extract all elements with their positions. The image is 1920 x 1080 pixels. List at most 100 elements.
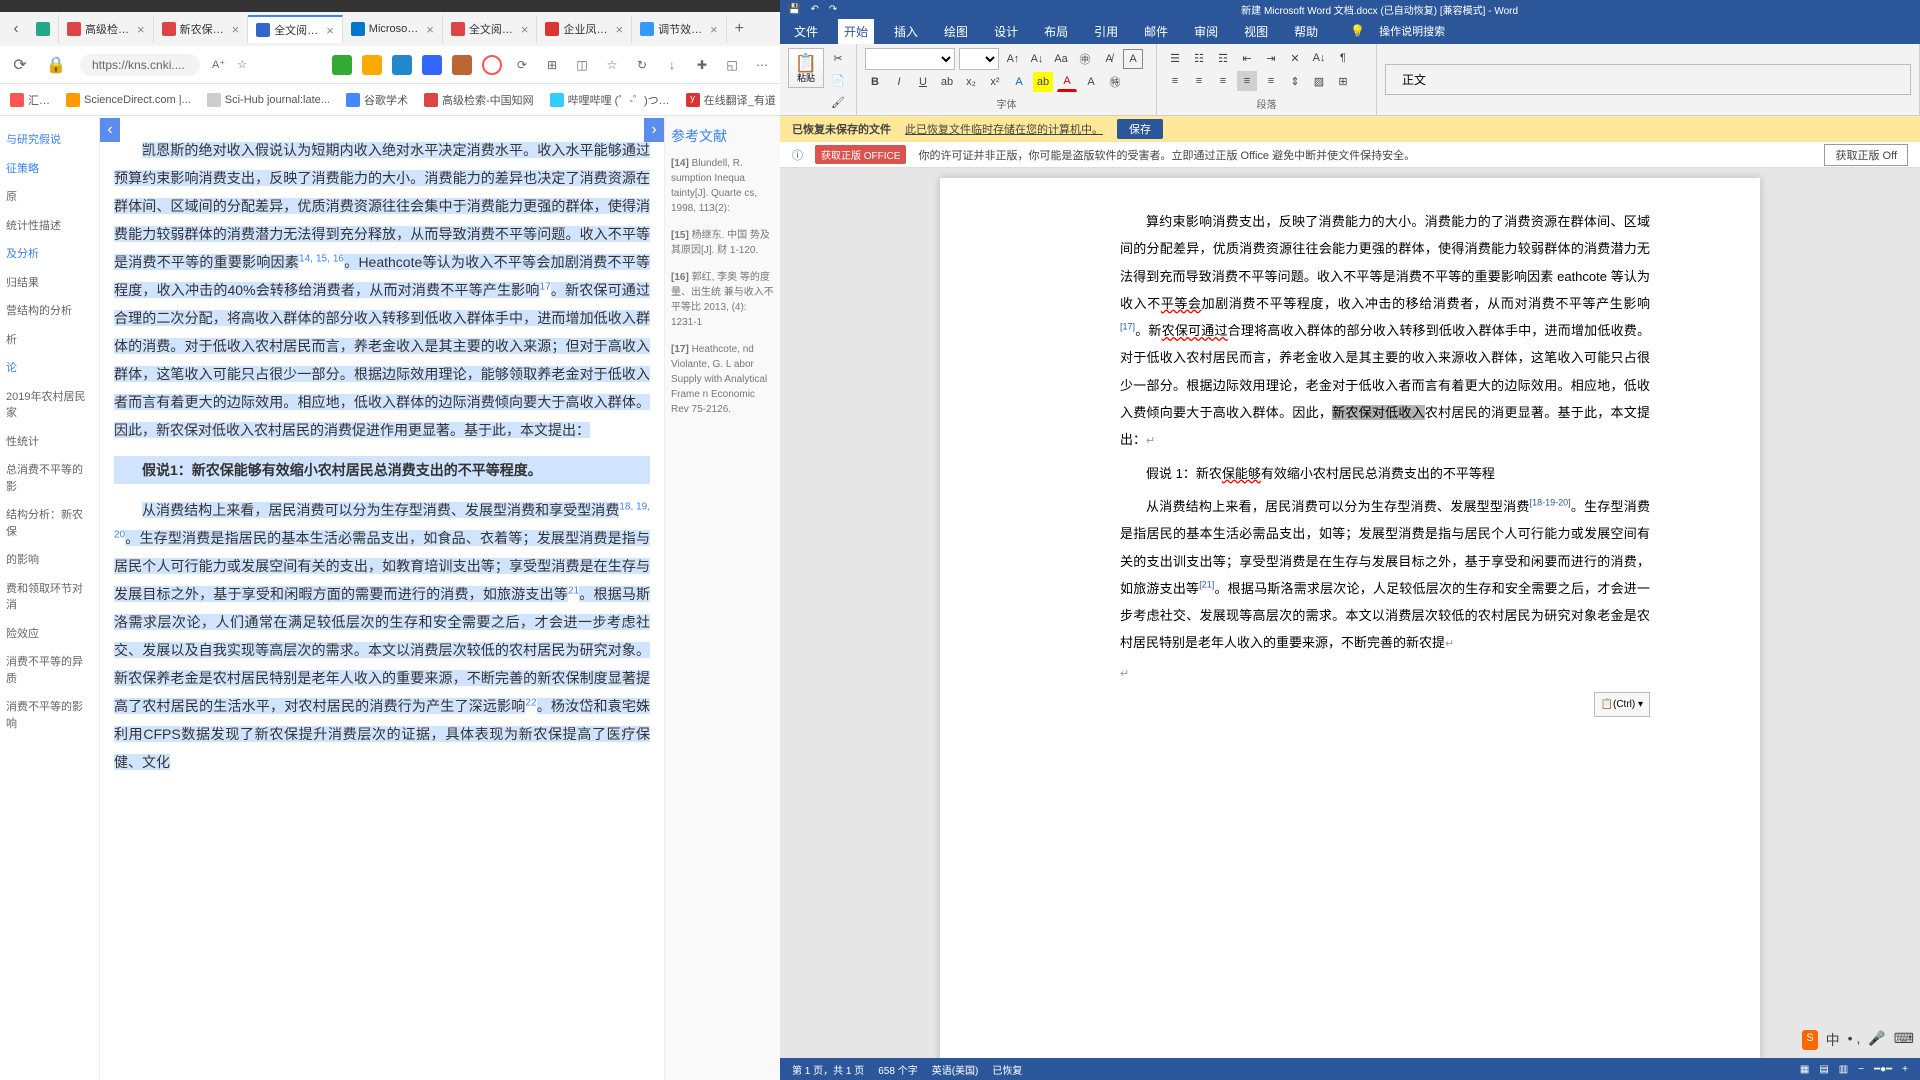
- sogou-ime-icon[interactable]: S: [1802, 1030, 1817, 1050]
- numbering-icon[interactable]: ☷: [1189, 48, 1209, 68]
- status-lang[interactable]: 英语(美国): [932, 1062, 979, 1077]
- subscript-button[interactable]: x₂: [961, 72, 981, 92]
- ref-item[interactable]: [15] 杨继东. 中国 势及其原因[J]. 财 1-120.: [671, 228, 774, 258]
- bookmark[interactable]: ScienceDirect.com |...: [66, 93, 191, 107]
- outline-item[interactable]: 消费不平等的影响: [4, 693, 95, 738]
- downloads-icon[interactable]: ↓: [662, 55, 682, 75]
- tab-7[interactable]: 调节效…×: [632, 15, 727, 43]
- outline-item[interactable]: 论: [4, 354, 95, 383]
- superscript-button[interactable]: x²: [985, 72, 1005, 92]
- bookmark[interactable]: Sci-Hub journal:late...: [207, 93, 330, 107]
- outline-item[interactable]: 总消费不平等的影: [4, 456, 95, 501]
- text-effects-icon[interactable]: A: [1009, 72, 1029, 92]
- ref-item[interactable]: [16] 郭红, 李奥 等的度量、出生统 兼与收入不平等比 2013, (4):…: [671, 270, 774, 330]
- align-right-icon[interactable]: ≡: [1213, 71, 1233, 91]
- bookmark[interactable]: y在线翻译_有道: [686, 92, 776, 108]
- outline-item[interactable]: 析: [4, 326, 95, 355]
- split-icon[interactable]: ◫: [572, 55, 592, 75]
- bold-button[interactable]: B: [865, 72, 885, 92]
- font-size-select[interactable]: [959, 48, 999, 70]
- close-icon[interactable]: ×: [710, 22, 718, 37]
- menu-help[interactable]: 帮助: [1288, 19, 1324, 44]
- menu-layout[interactable]: 布局: [1038, 19, 1074, 44]
- ref-item[interactable]: [17] Heathcote, nd Violante, G. L abor S…: [671, 342, 774, 417]
- ext-icon[interactable]: [452, 55, 472, 75]
- ext-icon[interactable]: [422, 55, 442, 75]
- view-read-icon[interactable]: ▤: [1819, 1064, 1828, 1075]
- line-spacing-icon[interactable]: ⇕: [1285, 71, 1305, 91]
- grow-font-icon[interactable]: A↑: [1003, 49, 1023, 69]
- keyboard-icon[interactable]: ⌨: [1894, 1030, 1914, 1050]
- favorites-icon[interactable]: ☆: [602, 55, 622, 75]
- outline-item[interactable]: 结构分析：新农保: [4, 501, 95, 546]
- menu-references[interactable]: 引用: [1088, 19, 1124, 44]
- enclose-char-icon[interactable]: ㊕: [1105, 72, 1125, 92]
- mic-icon[interactable]: 🎤: [1868, 1030, 1885, 1050]
- tab-2[interactable]: 新农保…×: [154, 15, 249, 43]
- collections-icon[interactable]: ⊞: [542, 55, 562, 75]
- italic-button[interactable]: I: [889, 72, 909, 92]
- menu-home[interactable]: 开始: [838, 19, 874, 44]
- change-case-icon[interactable]: Aa: [1051, 49, 1071, 69]
- citation[interactable]: 14, 15, 16: [299, 253, 344, 264]
- format-painter-icon[interactable]: 🖌: [828, 92, 848, 112]
- tab-scroll-left[interactable]: ‹: [4, 17, 28, 41]
- menu-view[interactable]: 视图: [1238, 19, 1274, 44]
- tab-6[interactable]: 企业凤…×: [537, 15, 632, 43]
- ime-lang-icon[interactable]: 中: [1826, 1030, 1840, 1050]
- cut-icon[interactable]: ✂: [828, 48, 848, 68]
- history-icon[interactable]: ↻: [632, 55, 652, 75]
- bookmark[interactable]: 谷歌学术: [346, 92, 408, 108]
- align-justify-icon[interactable]: ≡: [1237, 71, 1257, 91]
- menu-draw[interactable]: 绘图: [938, 19, 974, 44]
- extensions-icon[interactable]: ✚: [692, 55, 712, 75]
- close-icon[interactable]: ×: [232, 22, 240, 37]
- multilevel-icon[interactable]: ☶: [1213, 48, 1233, 68]
- paste-options-button[interactable]: 📋 (Ctrl) ▾: [1594, 692, 1650, 717]
- outline-item[interactable]: 归结果: [4, 269, 95, 298]
- undo-icon[interactable]: ↶: [810, 4, 818, 15]
- close-icon[interactable]: ×: [137, 22, 145, 37]
- highlight-icon[interactable]: ab: [1033, 72, 1053, 92]
- menu-mail[interactable]: 邮件: [1138, 19, 1174, 44]
- menu-review[interactable]: 审阅: [1188, 19, 1224, 44]
- char-border-icon[interactable]: A: [1123, 49, 1143, 69]
- show-marks-icon[interactable]: ¶: [1333, 48, 1353, 68]
- copy-icon[interactable]: 📄: [828, 70, 848, 90]
- outline-item[interactable]: 原: [4, 183, 95, 212]
- text-direction-icon[interactable]: ✕: [1285, 48, 1305, 68]
- sort-icon[interactable]: A↓: [1309, 48, 1329, 68]
- outline-item[interactable]: 的影响: [4, 546, 95, 575]
- redo-icon[interactable]: ↷: [829, 4, 837, 15]
- outline-item[interactable]: 2019年农村居民家: [4, 383, 95, 428]
- tab-1[interactable]: 高级检…×: [59, 15, 154, 43]
- outline-item[interactable]: 征策略: [4, 155, 95, 184]
- word-page[interactable]: 算约束影响消费支出，反映了消费能力的大小。消费能力的了消费资源在群体间、区域间的…: [940, 178, 1760, 1058]
- outline-item[interactable]: 性统计: [4, 428, 95, 457]
- zoom-in-button[interactable]: +: [1902, 1064, 1908, 1075]
- ext-icon[interactable]: [392, 55, 412, 75]
- bookmark[interactable]: 高级检索-中国知网: [424, 92, 534, 108]
- status-page[interactable]: 第 1 页，共 1 页: [792, 1062, 864, 1077]
- new-tab-button[interactable]: +: [727, 20, 752, 38]
- menu-design[interactable]: 设计: [988, 19, 1024, 44]
- outline-item[interactable]: 与研究假说: [4, 126, 95, 155]
- ext-icon[interactable]: [482, 55, 502, 75]
- tab-3[interactable]: 全文阅…×: [248, 15, 343, 43]
- close-icon[interactable]: ×: [326, 23, 334, 38]
- indent-inc-icon[interactable]: ⇥: [1261, 48, 1281, 68]
- pager-right[interactable]: ›: [644, 118, 664, 142]
- save-icon[interactable]: 💾: [788, 4, 800, 15]
- article-body[interactable]: 凯恩斯的绝对收入假说认为短期内收入绝对水平决定消费水平。收入水平能够通过预算约束…: [100, 116, 664, 1080]
- outline-item[interactable]: 及分析: [4, 240, 95, 269]
- font-color-icon[interactable]: A: [1057, 72, 1077, 92]
- menu-icon[interactable]: ⋯: [752, 55, 772, 75]
- char-shading-icon[interactable]: A: [1081, 72, 1101, 92]
- outline-item[interactable]: 费和领取环节对消: [4, 575, 95, 620]
- view-print-icon[interactable]: ▦: [1800, 1064, 1809, 1075]
- citation[interactable]: 21: [568, 585, 579, 596]
- bookmark[interactable]: 汇…: [10, 92, 50, 108]
- menu-insert[interactable]: 插入: [888, 19, 924, 44]
- pager-left[interactable]: ‹: [100, 118, 120, 142]
- strike-button[interactable]: ab: [937, 72, 957, 92]
